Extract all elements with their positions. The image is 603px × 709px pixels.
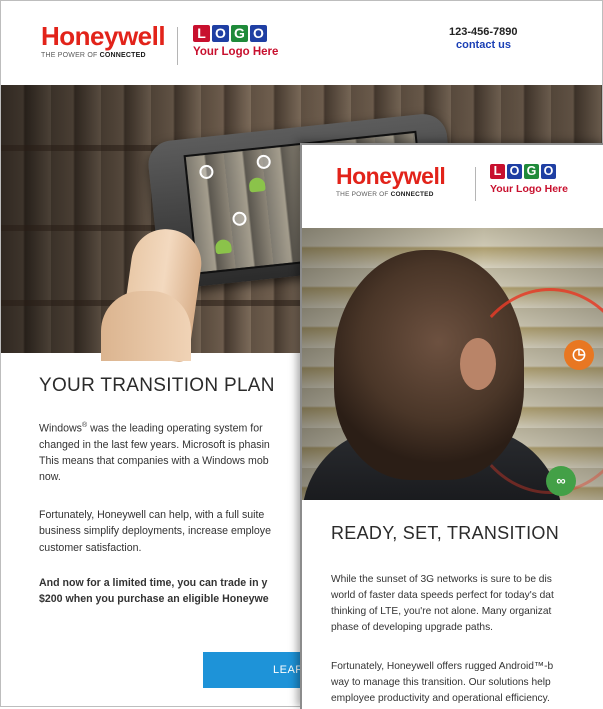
logo-letters: L O G O <box>490 164 568 179</box>
hero-image-worker: ◷ ∞ <box>302 228 603 500</box>
hand-image <box>101 291 191 361</box>
honeywell-tagline: THE POWER OF CONNECTED <box>336 191 434 198</box>
logo-letter: L <box>490 164 505 179</box>
android-icon <box>248 176 266 193</box>
logo-letter: O <box>541 164 556 179</box>
paragraph-honeywell-help: Fortunately, Honeywell can help, with a … <box>39 509 271 554</box>
paragraph-windows: Windows® was the leading operating syste… <box>39 422 270 484</box>
contact-us-link[interactable]: contact us <box>456 39 511 51</box>
headline-ready-set-transition: READY, SET, TRANSITION <box>331 523 559 543</box>
headline-transition-plan: YOUR TRANSITION PLAN <box>39 375 275 396</box>
honeywell-logo: Honeywell THE POWER OF CONNECTED <box>41 21 166 59</box>
logo-letter: O <box>507 164 522 179</box>
logo-caption: Your Logo Here <box>193 46 279 58</box>
phone-number: 123-456-7890 <box>449 26 518 38</box>
email-preview-front: Honeywell THE POWER OF CONNECTED L O G O… <box>300 143 603 709</box>
honeywell-tagline: THE POWER OF CONNECTED <box>41 52 146 59</box>
logo-letter: O <box>250 25 267 42</box>
partner-logo: L O G O Your Logo Here <box>193 25 278 58</box>
brand-divider <box>177 27 178 65</box>
clock-icon: ◷ <box>564 340 594 370</box>
paragraph-android-solutions: Fortunately, Honeywell offers rugged And… <box>331 661 554 704</box>
logo-letter: G <box>231 25 248 42</box>
logo-letter: G <box>524 164 539 179</box>
paragraph-trade-in-offer: And now for a limited time, you can trad… <box>39 577 269 606</box>
honeywell-wordmark: Honeywell <box>41 21 166 51</box>
logo-caption: Your Logo Here <box>490 183 568 195</box>
logo-letter: O <box>212 25 229 42</box>
partner-logo: L O G O Your Logo Here <box>490 164 568 195</box>
link-icon: ∞ <box>546 466 576 496</box>
android-icon <box>214 238 233 255</box>
logo-letter: L <box>193 25 210 42</box>
honeywell-wordmark: Honeywell <box>336 163 446 189</box>
honeywell-logo: Honeywell THE POWER OF CONNECTED <box>336 163 446 199</box>
paragraph-3g-sunset: While the sunset of 3G networks is sure … <box>331 574 554 633</box>
logo-letters: L O G O <box>193 25 278 42</box>
brand-divider <box>475 167 476 201</box>
